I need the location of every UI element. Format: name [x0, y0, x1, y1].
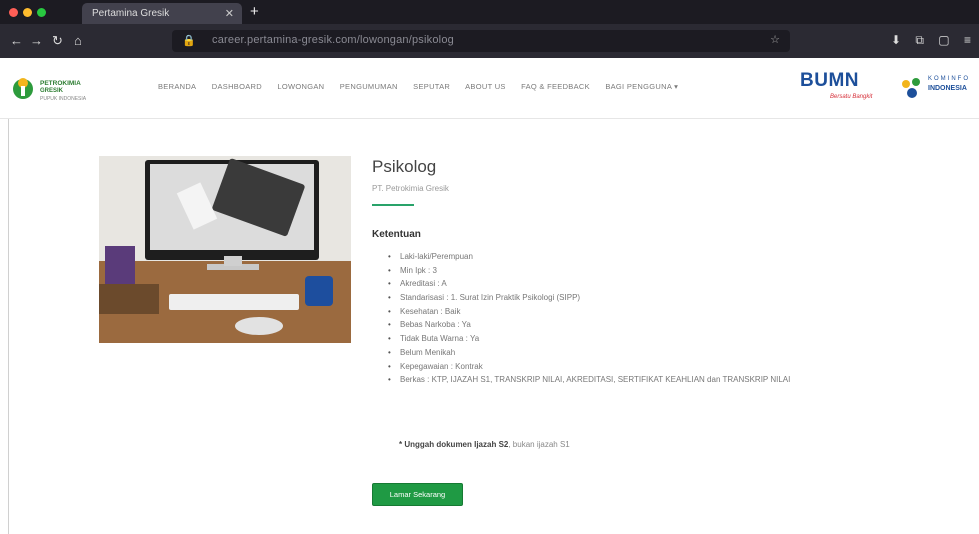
list-item: • Laki-laki/Perempuan — [388, 250, 790, 264]
list-item: • Belum Menikah — [388, 346, 790, 360]
tab-bar: Pertamina Gresik ✕ + — [0, 0, 979, 24]
bullet-icon: • — [388, 361, 391, 371]
petrokimia-logo-icon — [13, 78, 33, 99]
nav-item-pengumuman[interactable]: PENGUMUMAN — [340, 82, 398, 91]
nav-item-user-menu[interactable]: BAGI PENGGUNA ▾ — [605, 82, 678, 91]
screenshot-icon[interactable]: ▢ — [938, 33, 949, 47]
logo-line-2: GRESIK — [40, 88, 64, 94]
download-icon[interactable]: ⬇ — [891, 33, 901, 47]
list-item: • Min Ipk : 3 — [388, 264, 790, 278]
requirement-text: Akreditasi : A — [400, 279, 447, 289]
list-item: • Kepegawaian : Kontrak — [388, 360, 790, 374]
bullet-icon: • — [388, 293, 391, 303]
partner-logo-icon — [902, 78, 920, 98]
zoom-window-button[interactable] — [37, 8, 46, 17]
list-item: • Akreditasi : A — [388, 277, 790, 291]
logo-line-3: PUPUK INDONESIA — [40, 96, 87, 102]
main-nav: BERANDA DASHBOARD LOWONGAN PENGUMUMAN SE… — [158, 82, 691, 91]
upload-note-rest: , bukan ijazah S1 — [508, 440, 570, 449]
requirement-text: Berkas : KTP, IJAZAH S1, TRANSKRIP NILAI… — [400, 375, 791, 385]
bullet-icon: • — [388, 320, 391, 330]
list-item: • Bebas Narkoba : Ya — [388, 318, 790, 332]
lock-icon: 🔒 — [182, 35, 196, 47]
list-item: • Berkas : KTP, IJAZAH S1, TRANSKRIP NILA… — [388, 373, 790, 387]
forward-icon[interactable]: → — [30, 33, 43, 49]
menu-icon[interactable]: ≡ — [964, 33, 971, 47]
title-divider — [372, 204, 414, 206]
upload-note-bold: * Unggah dokumen Ijazah S2 — [399, 440, 509, 449]
company-name: PT. Petrokimia Gresik — [372, 184, 449, 193]
job-photo — [99, 156, 351, 343]
tab-title: Pertamina Gresik — [92, 8, 170, 19]
list-item: • Kesehatan : Baik — [388, 305, 790, 319]
partner-logo-line-1: KOMINFO — [928, 76, 970, 82]
reload-icon[interactable]: ↻ — [52, 33, 63, 49]
list-item: • Standarisasi : 1. Surat Izin Praktik Ps… — [388, 291, 790, 305]
bullet-icon: • — [388, 306, 391, 316]
back-icon[interactable]: ← — [10, 33, 23, 49]
close-window-button[interactable] — [9, 8, 18, 17]
url-bar[interactable]: 🔒 career.pertamina-gresik.com/lowongan/p… — [172, 30, 790, 52]
home-icon[interactable]: ⌂ — [74, 33, 82, 49]
partner-logo: KOMINFO INDONESIA — [898, 70, 979, 106]
minimize-window-button[interactable] — [23, 8, 32, 17]
nav-item-lowongan[interactable]: LOWONGAN — [277, 82, 324, 91]
bullet-icon: • — [388, 265, 391, 275]
bookmark-icon[interactable]: ☆ — [770, 33, 780, 46]
browser-tab[interactable]: Pertamina Gresik ✕ — [82, 3, 242, 24]
requirement-text: Belum Menikah — [400, 347, 456, 357]
logo-line-1: PETROKIMIA — [40, 80, 81, 87]
bullet-icon: • — [388, 252, 391, 261]
nav-item-beranda[interactable]: BERANDA — [158, 82, 196, 91]
bullet-icon: • — [388, 347, 391, 357]
nav-item-about[interactable]: ABOUT US — [465, 82, 506, 91]
bumn-logo-tagline: Bersatu Bangkit — [830, 94, 873, 100]
bullet-icon: • — [388, 334, 391, 344]
requirement-text: Laki-laki/Perempuan — [400, 252, 473, 261]
requirement-text: Tidak Buta Warna : Ya — [400, 334, 480, 344]
upload-note: * Unggah dokumen Ijazah S2, bukan ijazah… — [399, 440, 570, 449]
site-header: PETROKIMIA GRESIK PUPUK INDONESIA BERAND… — [0, 58, 979, 119]
bumn-logo-text: BUMN — [800, 70, 859, 91]
apply-button[interactable]: Lamar Sekarang — [372, 483, 463, 506]
requirement-text: Kepegawaian : Kontrak — [400, 361, 483, 371]
requirements-heading: Ketentuan — [372, 229, 421, 240]
new-tab-icon[interactable]: + — [250, 3, 259, 21]
nav-item-faq[interactable]: FAQ & FEEDBACK — [521, 82, 590, 91]
page-left-border — [8, 119, 9, 534]
close-tab-icon[interactable]: ✕ — [225, 7, 234, 20]
bumn-logo: BUMN Bersatu Bangkit — [800, 70, 886, 106]
site-logo[interactable]: PETROKIMIA GRESIK PUPUK INDONESIA — [10, 70, 110, 106]
browser-window: Pertamina Gresik ✕ + ← → ↻ ⌂ 🔒 career.pe… — [0, 0, 979, 534]
list-item: • Tidak Buta Warna : Ya — [388, 332, 790, 346]
requirement-text: Bebas Narkoba : Ya — [400, 320, 471, 330]
requirement-text: Kesehatan : Baik — [400, 306, 461, 316]
extensions-icon[interactable]: ⧉ — [915, 33, 924, 47]
bullet-icon: • — [388, 375, 391, 385]
browser-toolbar: ← → ↻ ⌂ 🔒 career.pertamina-gresik.com/lo… — [0, 24, 979, 58]
requirement-text: Min Ipk : 3 — [400, 265, 437, 275]
nav-item-seputar[interactable]: SEPUTAR — [413, 82, 450, 91]
requirements-list: • Laki-laki/Perempuan • Min Ipk : 3 • Akred… — [388, 250, 790, 387]
job-title: Psikolog — [372, 157, 437, 176]
url-text: career.pertamina-gresik.com/lowongan/psi… — [212, 34, 454, 46]
nav-item-dashboard[interactable]: DASHBOARD — [212, 82, 262, 91]
toolbar-icons: ⬇ ⧉ ▢ ≡ — [880, 33, 971, 48]
requirement-text: Standarisasi : 1. Surat Izin Praktik Psi… — [400, 293, 581, 303]
partner-logo-line-2: INDONESIA — [928, 85, 967, 92]
bullet-icon: • — [388, 279, 391, 289]
